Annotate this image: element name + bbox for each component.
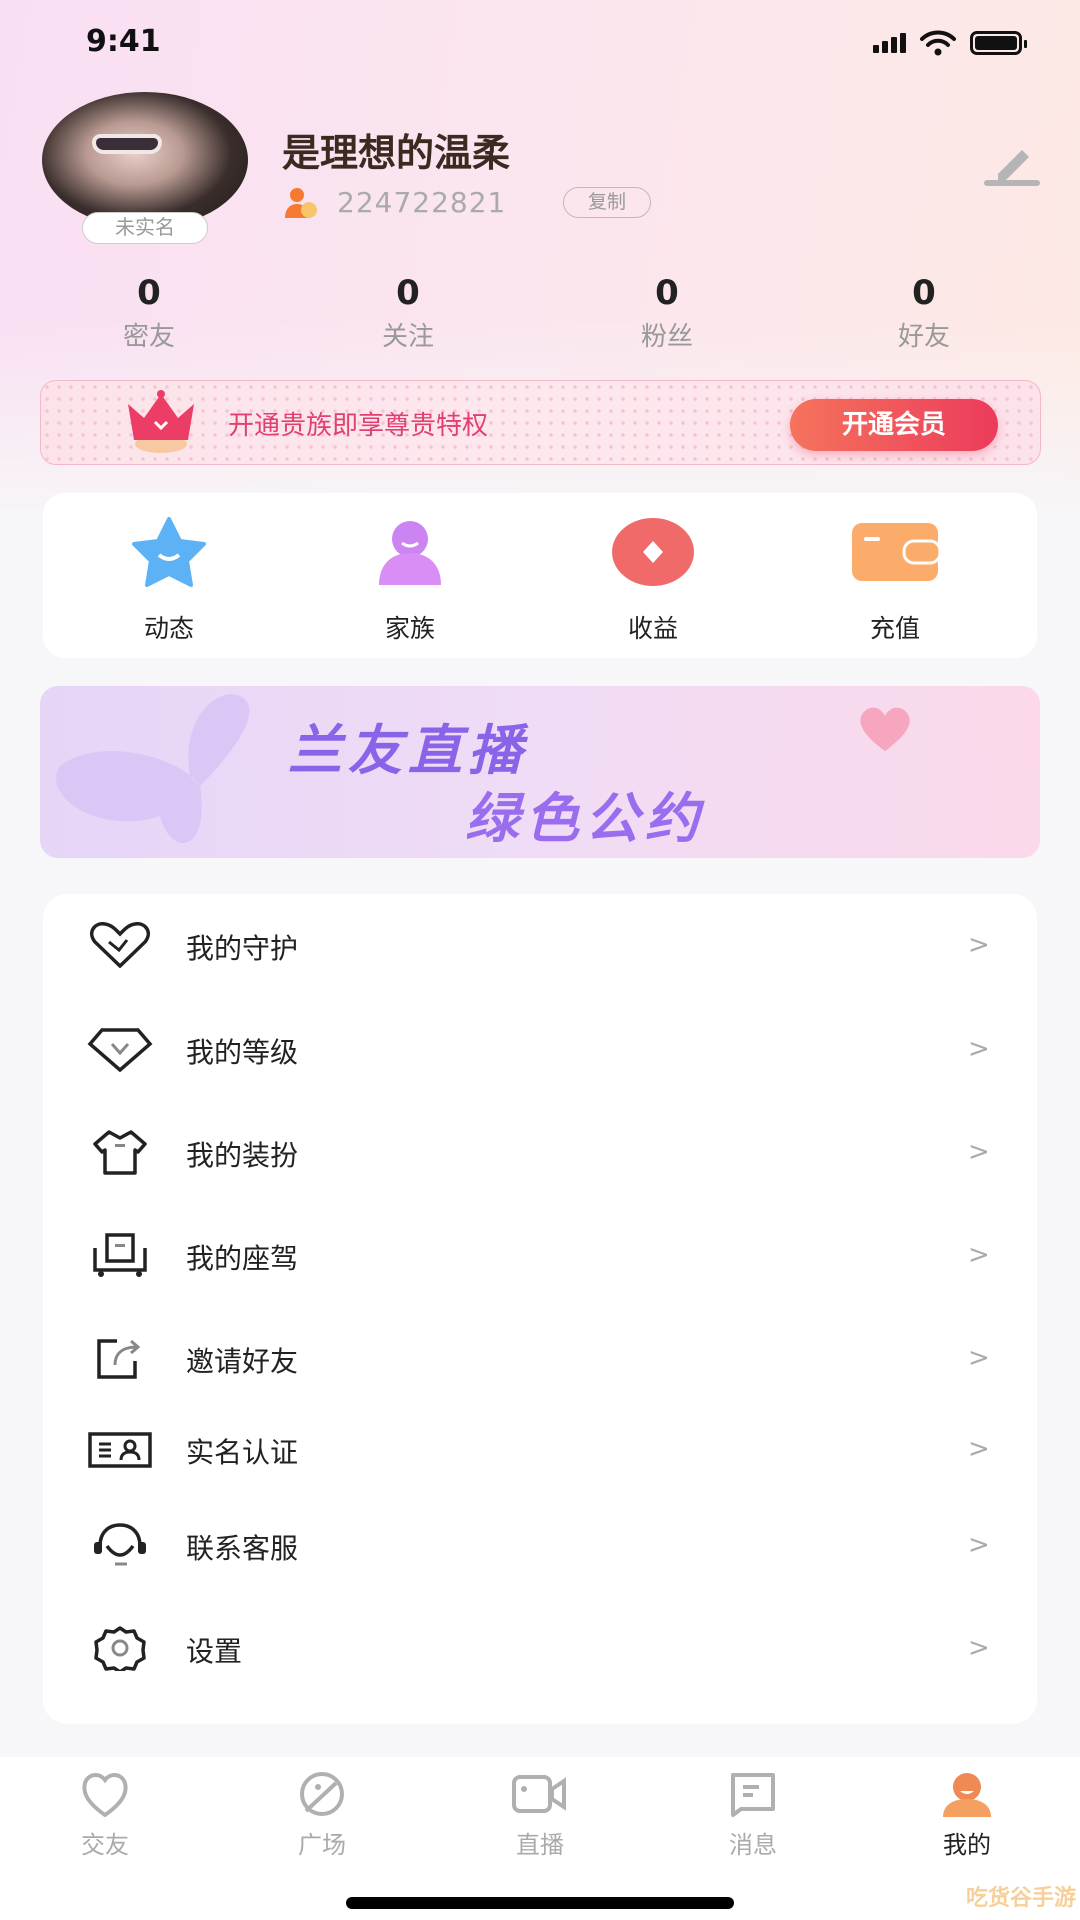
tab-live[interactable]: 直播 — [480, 1771, 600, 1860]
menu-item-label: 我的装扮 — [186, 1139, 299, 1172]
status-icons — [873, 30, 1027, 56]
quick-action-moments[interactable]: 动态 — [109, 517, 229, 645]
watermark-logo: 吃货谷手游 — [965, 1886, 1076, 1911]
headset-icon — [94, 1523, 146, 1566]
stat-friends[interactable]: 0 好友 — [844, 272, 1004, 353]
user-icon — [943, 1773, 991, 1817]
stat-label: 好友 — [897, 322, 950, 352]
menu-item-invite[interactable]: 邀请好友 > — [43, 1313, 1037, 1403]
coin-icon — [612, 518, 694, 586]
menu-item-label: 实名认证 — [186, 1436, 299, 1469]
menu-list: 我的守护 > 我的等级 > 我的装扮 > 我的座驾 > 邀请好友 > 实名认证 > 联系客服… — [43, 894, 1037, 1724]
tab-messages[interactable]: 消息 — [693, 1771, 813, 1860]
menu-item-label: 我的座驾 — [186, 1242, 299, 1275]
quick-action-recharge[interactable]: 充值 — [835, 517, 955, 645]
bottom-tab-bar: 交友 广场 直播 消息 我的 — [0, 1757, 1080, 1920]
diamond-icon — [87, 1028, 153, 1072]
stat-label: 关注 — [381, 322, 434, 352]
stat-value: 0 — [137, 273, 161, 313]
menu-item-label: 联系客服 — [186, 1532, 299, 1565]
menu-item-guard[interactable]: 我的守护 > — [43, 900, 1037, 990]
quick-action-label: 动态 — [143, 614, 194, 643]
quick-action-label: 充值 — [869, 614, 920, 643]
status-time: 9:41 — [86, 24, 161, 59]
crown-icon — [128, 390, 194, 453]
menu-item-outfit[interactable]: 我的装扮 > — [43, 1107, 1037, 1197]
tab-make-friends[interactable]: 交友 — [45, 1771, 165, 1860]
quick-action-label: 家族 — [384, 614, 435, 643]
tab-mine[interactable]: 我的 — [907, 1771, 1027, 1860]
quick-action-earnings[interactable]: 收益 — [593, 517, 713, 645]
home-indicator[interactable] — [346, 1897, 734, 1909]
quick-action-family[interactable]: 家族 — [350, 517, 470, 645]
menu-item-verification[interactable]: 实名认证 > — [43, 1404, 1037, 1494]
user-id: 224722821 — [337, 186, 507, 219]
menu-item-support[interactable]: 联系客服 > — [43, 1500, 1037, 1590]
message-icon — [731, 1773, 775, 1817]
stat-close-friends[interactable]: 0 密友 — [69, 272, 229, 353]
wallet-icon — [852, 523, 940, 581]
vip-banner-text: 开通贵族即享尊贵特权 — [228, 411, 489, 441]
stat-value: 0 — [655, 273, 679, 313]
family-icon — [379, 521, 441, 585]
menu-item-label: 邀请好友 — [186, 1345, 299, 1378]
planet-icon — [300, 1772, 344, 1816]
chevron-right-icon: > — [968, 1434, 990, 1464]
menu-item-level[interactable]: 我的等级 > — [43, 1004, 1037, 1094]
signal-icon — [873, 33, 906, 53]
heart-decoration-icon — [860, 707, 910, 751]
tab-label: 我的 — [943, 1831, 991, 1859]
user-id-icon — [285, 188, 317, 218]
stat-following[interactable]: 0 关注 — [328, 272, 488, 353]
menu-item-label: 我的等级 — [186, 1036, 299, 1069]
copy-id-button[interactable]: 复制 — [563, 187, 651, 218]
promo-line2: 绿色公约 — [465, 787, 705, 850]
user-name: 是理想的温柔 — [282, 131, 511, 175]
menu-item-label: 设置 — [186, 1635, 243, 1668]
stat-fans[interactable]: 0 粉丝 — [587, 272, 747, 353]
chevron-right-icon: > — [968, 930, 990, 960]
chevron-right-icon: > — [968, 1240, 990, 1270]
avatar[interactable] — [42, 92, 248, 228]
tab-label: 广场 — [298, 1831, 346, 1859]
stat-label: 粉丝 — [640, 322, 693, 352]
menu-item-vehicle[interactable]: 我的座驾 > — [43, 1210, 1037, 1300]
tab-label: 交友 — [81, 1831, 129, 1859]
battery-icon — [970, 31, 1027, 55]
quick-action-label: 收益 — [627, 614, 678, 643]
tab-label: 直播 — [516, 1831, 564, 1859]
id-card-icon — [88, 1432, 152, 1468]
promo-banner[interactable]: 兰友直播 绿色公约 — [40, 686, 1040, 858]
star-icon — [132, 517, 206, 587]
open-vip-button[interactable]: 开通会员 — [790, 399, 998, 451]
edit-profile-icon[interactable] — [980, 140, 1042, 186]
video-camera-icon — [512, 1775, 566, 1813]
heart-icon — [82, 1773, 128, 1817]
gear-icon — [94, 1626, 146, 1671]
tab-label: 消息 — [729, 1831, 777, 1859]
car-icon — [93, 1233, 147, 1277]
chevron-right-icon: > — [968, 1034, 990, 1064]
wifi-icon — [920, 30, 956, 56]
menu-item-settings[interactable]: 设置 > — [43, 1603, 1037, 1693]
quick-actions-card: 动态 家族 收益 充值 — [43, 493, 1037, 658]
chevron-right-icon: > — [968, 1633, 990, 1663]
verify-badge[interactable]: 未实名 — [82, 212, 208, 244]
chevron-right-icon: > — [968, 1343, 990, 1373]
menu-item-label: 我的守护 — [186, 932, 299, 965]
share-icon — [97, 1339, 141, 1379]
chevron-right-icon: > — [968, 1137, 990, 1167]
stat-value: 0 — [912, 273, 936, 313]
shirt-icon — [93, 1130, 147, 1175]
stat-value: 0 — [396, 273, 420, 313]
stat-label: 密友 — [122, 322, 175, 352]
chevron-right-icon: > — [968, 1530, 990, 1560]
guard-heart-icon — [90, 922, 150, 968]
tab-plaza[interactable]: 广场 — [262, 1771, 382, 1860]
